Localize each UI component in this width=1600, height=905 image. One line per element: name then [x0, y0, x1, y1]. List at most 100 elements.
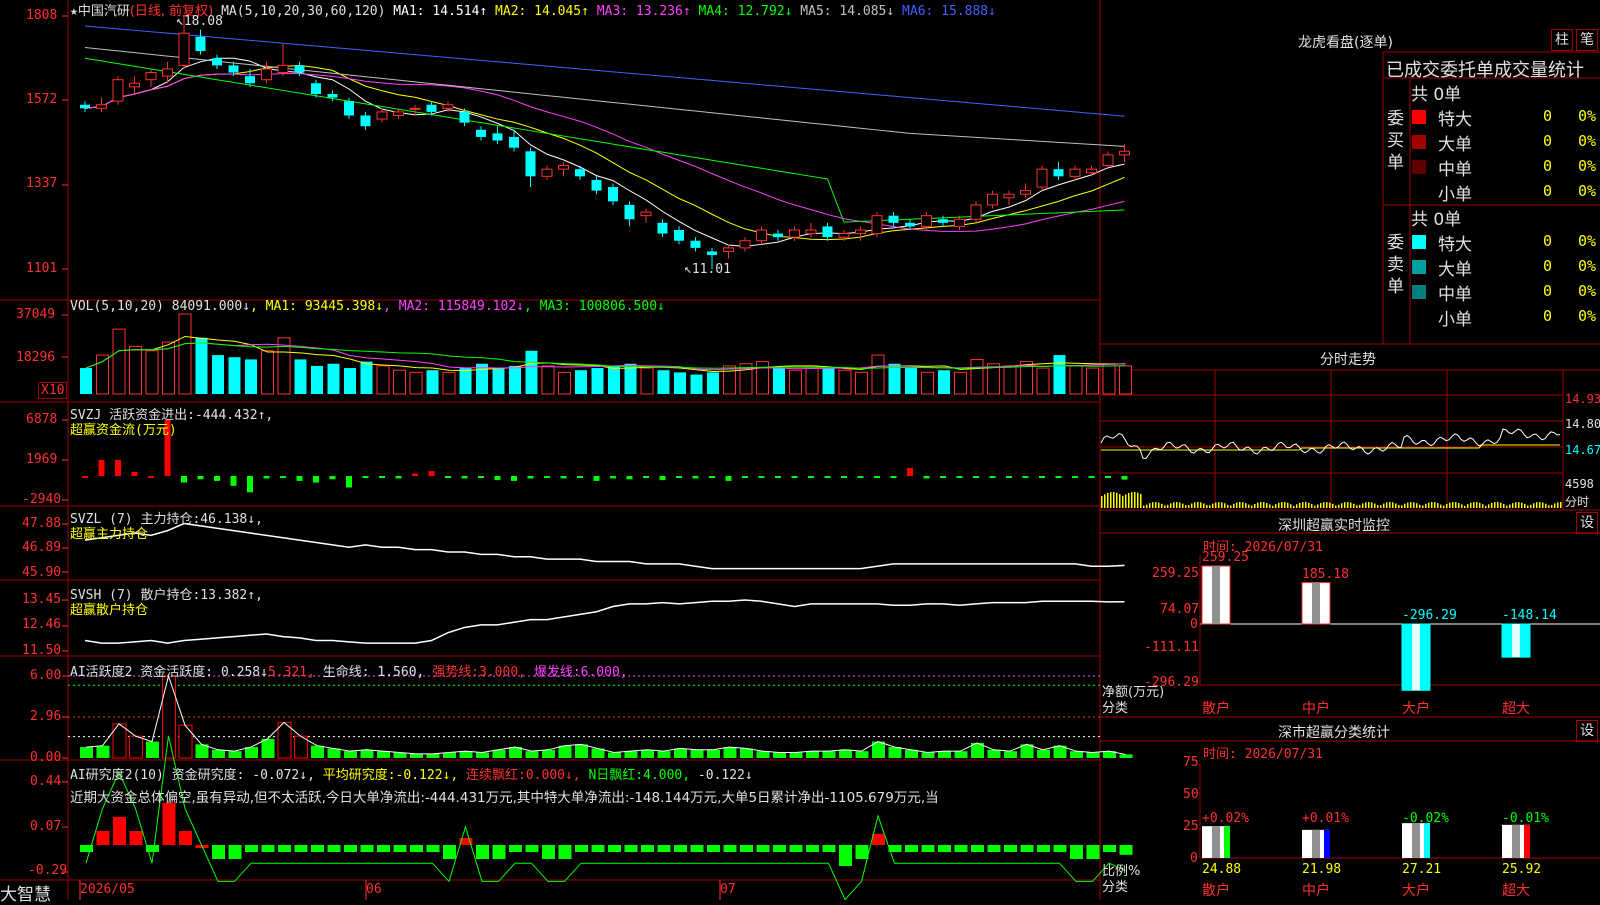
monitor-x-label: 分类: [1102, 701, 1129, 716]
flow-bar: [956, 476, 963, 478]
active-bar: [410, 753, 423, 758]
candle-body: [426, 104, 437, 112]
active-bar: [674, 748, 687, 758]
candle-body: [80, 104, 90, 109]
research-bar: [690, 845, 704, 852]
candle-body: [805, 229, 817, 235]
research-bar: [443, 845, 456, 859]
active-bar: [344, 751, 357, 758]
intraday-volume-bar: [1254, 503, 1256, 508]
main-holding-line: [84, 522, 1125, 570]
volume-bar: [954, 371, 967, 395]
volume-bar: [525, 350, 538, 394]
classify-value: 21.98: [1302, 862, 1342, 877]
volume-bar: [162, 341, 175, 395]
ai-research-title: AI研究度2(10) 资金研究度: -0.072↓, 平均研究度:-0.122↓…: [70, 768, 753, 783]
intraday-volume-bar: [1446, 504, 1448, 508]
research-bar: [1020, 845, 1034, 852]
intraday-volume-bar: [1155, 502, 1157, 508]
intraday-volume-bar: [1332, 503, 1334, 508]
intraday-volume-bar: [1470, 502, 1472, 508]
intraday-volume-bar: [1272, 505, 1274, 508]
volume-bar: [789, 369, 802, 395]
candle-body: [822, 226, 833, 238]
classify-settings-button[interactable]: 设: [1576, 720, 1598, 742]
research-bar: [261, 845, 275, 852]
intraday-volume-bar: [1419, 504, 1421, 508]
active-bar: [1070, 751, 1083, 758]
flow-bar: [775, 476, 781, 478]
intraday-volume-bar: [1278, 502, 1280, 508]
order-stats-tabs[interactable]: 已成交委托单成交量统计: [1386, 56, 1584, 82]
research-bar: [1053, 845, 1067, 852]
order-size-label: 特大: [1438, 110, 1472, 130]
volume-bar: [575, 370, 587, 394]
intraday-volume-bar: [1329, 502, 1331, 508]
monitor-category: 超大: [1502, 701, 1530, 717]
intraday-axis-label: 分时: [1565, 495, 1590, 509]
ma-line-MA1: [84, 57, 1125, 247]
candle-body: [871, 215, 883, 235]
intraday-volume-bar: [1125, 494, 1127, 508]
intraday-volume-bar: [1353, 503, 1355, 508]
research-bar: [756, 845, 770, 852]
classify-bar-accent: [1424, 823, 1430, 858]
research-bar: [426, 845, 440, 852]
monitor-settings-button[interactable]: 设: [1576, 512, 1598, 534]
price-axis-label: 1808: [26, 8, 58, 23]
active-bar: [657, 751, 671, 758]
order-size-label: 中单: [1438, 160, 1472, 180]
order-size-label: 中单: [1438, 285, 1472, 305]
order-count: 0: [1543, 132, 1553, 150]
flow-bar: [197, 476, 204, 480]
vol-ma-value-1: , MA1: 93445.398↓: [250, 299, 384, 314]
intraday-volume-bar: [1548, 505, 1550, 508]
research-bar: [971, 845, 984, 852]
ma-line-MA6: [84, 25, 1125, 117]
order-count: 0: [1543, 107, 1553, 125]
flow-bar: [428, 471, 435, 476]
research-bar: [806, 845, 819, 852]
candle-body: [96, 104, 107, 109]
ma-label: MA(5,10,20,30,60,120): [221, 4, 386, 19]
intraday-volume-bar: [1101, 496, 1103, 508]
intraday-volume-bar: [1245, 503, 1247, 508]
active-bar: [690, 749, 704, 758]
volume-bar: [80, 368, 92, 394]
research-bar: [294, 845, 308, 852]
active-bar: [525, 751, 539, 758]
volume-bar: [509, 365, 521, 394]
volume-bar: [245, 359, 257, 394]
volume-bar: [261, 350, 274, 395]
flow-bar: [725, 476, 732, 481]
brand-logo[interactable]: 大智慧: [0, 880, 51, 905]
flow-bar: [1006, 476, 1012, 478]
research-bar: [344, 845, 357, 852]
order-size-label: 小单: [1438, 310, 1472, 330]
volume-bar: [360, 361, 373, 394]
flow-bar: [461, 476, 468, 479]
volume-bar: [805, 365, 819, 395]
order-color-swatch: [1412, 285, 1426, 299]
active-bar: [888, 747, 902, 758]
vol-axis-label: 18296: [16, 350, 56, 365]
tick-view-button[interactable]: 笔: [1576, 29, 1598, 51]
flow-bar: [659, 476, 666, 481]
classify-value: 25.92: [1502, 862, 1542, 877]
active-bar: [954, 751, 968, 758]
candle-body: [311, 83, 321, 95]
intraday-volume-bar: [1464, 505, 1466, 508]
svsh-subtitle: 超赢散户持仓: [70, 603, 149, 618]
volume-bar: [591, 368, 604, 394]
classify-pct: -0.02%: [1402, 811, 1449, 826]
candle-body: [162, 68, 173, 77]
candle-body: [261, 68, 272, 81]
candle-body: [228, 65, 239, 73]
flow-bar: [362, 476, 369, 478]
active-bar: [360, 749, 374, 758]
intraday-volume-bar: [1452, 502, 1454, 508]
bar-view-button[interactable]: 柱: [1551, 29, 1573, 51]
volume-bar: [690, 374, 703, 394]
flow-bar: [280, 476, 286, 478]
stock-name[interactable]: 中国汽研: [78, 4, 130, 19]
